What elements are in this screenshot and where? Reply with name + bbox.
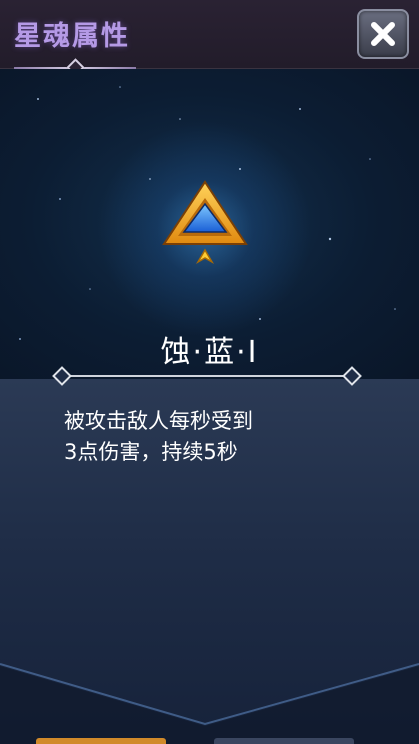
- item-name: 蚀·蓝·Ⅰ: [160, 335, 259, 370]
- close-button[interactable]: [357, 9, 409, 59]
- description-line: 3点伤害，持续5秒: [64, 440, 238, 464]
- name-divider: [52, 366, 362, 386]
- star-icon: [195, 248, 215, 265]
- bottom-button-edge[interactable]: [36, 738, 166, 744]
- soul-emblem-icon: [162, 180, 248, 265]
- skill-description: 被攻击敌人每秒受到 3点伤害，持续5秒: [64, 406, 364, 468]
- bottom-button-edge-secondary[interactable]: [214, 738, 354, 744]
- description-line: 被攻击敌人每秒受到: [64, 409, 253, 433]
- page-title: 星魂属性: [14, 21, 130, 52]
- close-icon: [371, 22, 395, 46]
